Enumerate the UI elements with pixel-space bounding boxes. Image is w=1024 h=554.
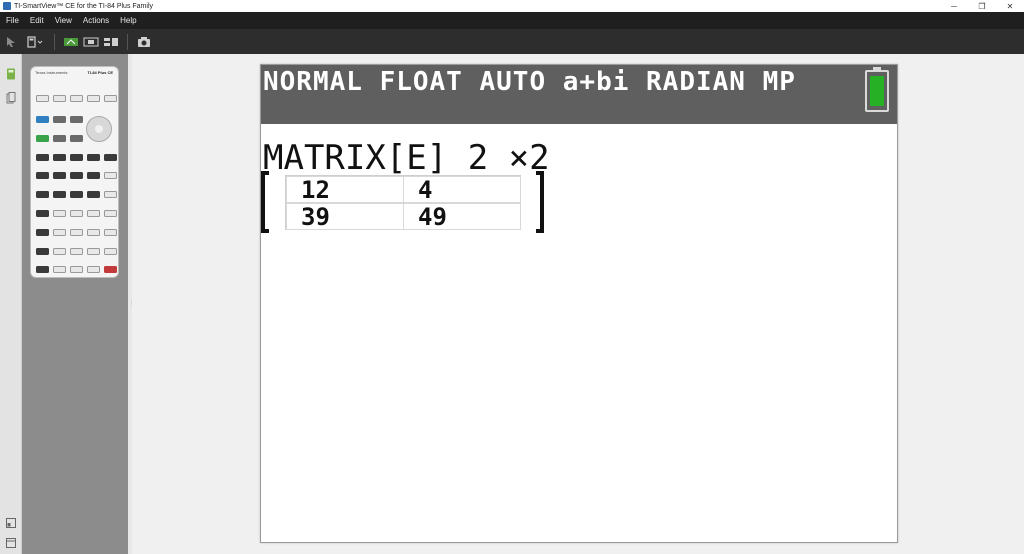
calculator-key[interactable] xyxy=(70,229,83,236)
calculator-key[interactable] xyxy=(70,210,83,217)
calculator-screen: NORMAL FLOAT AUTO a+bi RADIAN MP MATRIX[… xyxy=(260,64,898,543)
minimize-button[interactable]: ─ xyxy=(940,2,968,11)
calculator-key[interactable] xyxy=(36,248,49,255)
restore-button[interactable]: ❐ xyxy=(968,2,996,11)
calculator-key[interactable] xyxy=(36,229,49,236)
calculator-key[interactable] xyxy=(104,172,117,179)
status-bar: NORMAL FLOAT AUTO a+bi RADIAN MP xyxy=(261,65,897,124)
matrix-title: MATRIX[E] 2 ×2 xyxy=(263,138,550,178)
calculator-key[interactable] xyxy=(87,248,100,255)
calculator-key[interactable] xyxy=(53,248,66,255)
key-press-history-icon[interactable] xyxy=(61,29,81,54)
calculator-key[interactable] xyxy=(104,95,117,102)
app-window: TI-SmartView™ CE for the TI-84 Plus Fami… xyxy=(0,0,1024,554)
matrix-right-bracket xyxy=(536,171,544,233)
title-bar: TI-SmartView™ CE for the TI-84 Plus Fami… xyxy=(0,0,1024,12)
calculator-key[interactable] xyxy=(36,210,49,217)
calculator-key[interactable] xyxy=(70,191,83,198)
calculator-key[interactable] xyxy=(53,95,66,102)
toolbar-separator xyxy=(127,33,128,50)
menu-file[interactable]: File xyxy=(0,16,24,25)
mode-status-line: NORMAL FLOAT AUTO a+bi RADIAN MP xyxy=(263,67,796,97)
layout-icon[interactable] xyxy=(5,518,17,530)
calculator-key[interactable] xyxy=(53,135,66,142)
calculator-key[interactable] xyxy=(87,229,100,236)
calculator-key[interactable] xyxy=(36,154,49,161)
calculator-key[interactable] xyxy=(36,135,49,142)
calculator-key[interactable] xyxy=(36,95,49,102)
menu-edit[interactable]: Edit xyxy=(24,16,49,25)
screen-capture-icon[interactable] xyxy=(134,29,154,54)
calculator-view-icon[interactable] xyxy=(22,29,48,54)
menu-help[interactable]: Help xyxy=(114,16,141,25)
menu-actions[interactable]: Actions xyxy=(77,16,114,25)
close-button[interactable]: ✕ xyxy=(996,2,1024,11)
calculator-key[interactable] xyxy=(36,116,49,123)
window-title: TI-SmartView™ CE for the TI-84 Plus Fami… xyxy=(14,2,153,10)
pointer-icon[interactable] xyxy=(0,29,22,54)
calculator-key[interactable] xyxy=(70,172,83,179)
menu-view[interactable]: View xyxy=(49,16,77,25)
calculator-icon[interactable] xyxy=(5,68,17,80)
calculator-key[interactable] xyxy=(53,116,66,123)
calculator-key[interactable] xyxy=(104,248,117,255)
arrow-pad[interactable] xyxy=(86,116,112,142)
calculator-key[interactable] xyxy=(70,154,83,161)
calculator-key[interactable] xyxy=(53,172,66,179)
toolbar-separator xyxy=(54,33,55,50)
toolbar xyxy=(0,29,1024,54)
calculator-key[interactable] xyxy=(87,154,100,161)
calculator-key[interactable] xyxy=(104,266,117,273)
calculator-key[interactable] xyxy=(87,172,100,179)
calculator-key[interactable] xyxy=(87,266,100,273)
calculator-key[interactable] xyxy=(53,266,66,273)
matrix-cell[interactable]: 4 xyxy=(403,176,521,204)
panel-toggle-icon[interactable] xyxy=(5,538,17,550)
screen-layout-icon[interactable] xyxy=(101,29,121,54)
calculator-model: TI-84 Plus CE xyxy=(87,70,113,75)
calculator-key[interactable] xyxy=(53,210,66,217)
emulator-icon[interactable] xyxy=(81,29,101,54)
left-panel-strip xyxy=(0,54,22,554)
calculator-key[interactable] xyxy=(70,266,83,273)
calculator-key[interactable] xyxy=(70,135,83,142)
calculator-key[interactable] xyxy=(70,95,83,102)
calculator-key[interactable] xyxy=(104,210,117,217)
calculator-key[interactable] xyxy=(36,266,49,273)
battery-icon xyxy=(865,67,889,112)
calculator-image[interactable]: Texas Instruments TI-84 Plus CE xyxy=(30,66,119,278)
calculator-key[interactable] xyxy=(53,154,66,161)
calculator-key[interactable] xyxy=(36,172,49,179)
calculator-key[interactable] xyxy=(104,191,117,198)
app-icon xyxy=(3,2,11,10)
calculator-key[interactable] xyxy=(70,116,83,123)
calculator-key[interactable] xyxy=(104,154,117,161)
battery-fill xyxy=(870,76,884,106)
calculator-key[interactable] xyxy=(104,229,117,236)
matrix-cell[interactable]: 12 xyxy=(286,176,404,204)
calculator-panel: Texas Instruments TI-84 Plus CE xyxy=(22,54,128,554)
matrix-grid: 12 4 39 49 xyxy=(285,175,521,231)
documents-icon[interactable] xyxy=(5,92,17,104)
matrix-cell[interactable]: 39 xyxy=(286,203,404,231)
calculator-brand: Texas Instruments xyxy=(35,70,68,75)
calculator-key[interactable] xyxy=(70,248,83,255)
matrix-cell[interactable]: 49 xyxy=(403,203,521,231)
matrix-left-bracket xyxy=(261,171,269,233)
calculator-key[interactable] xyxy=(87,210,100,217)
calculator-key[interactable] xyxy=(36,191,49,198)
calculator-key[interactable] xyxy=(53,229,66,236)
calculator-key[interactable] xyxy=(53,191,66,198)
calculator-key[interactable] xyxy=(87,95,100,102)
calculator-key[interactable] xyxy=(87,191,100,198)
menu-bar: File Edit View Actions Help xyxy=(0,12,1024,29)
